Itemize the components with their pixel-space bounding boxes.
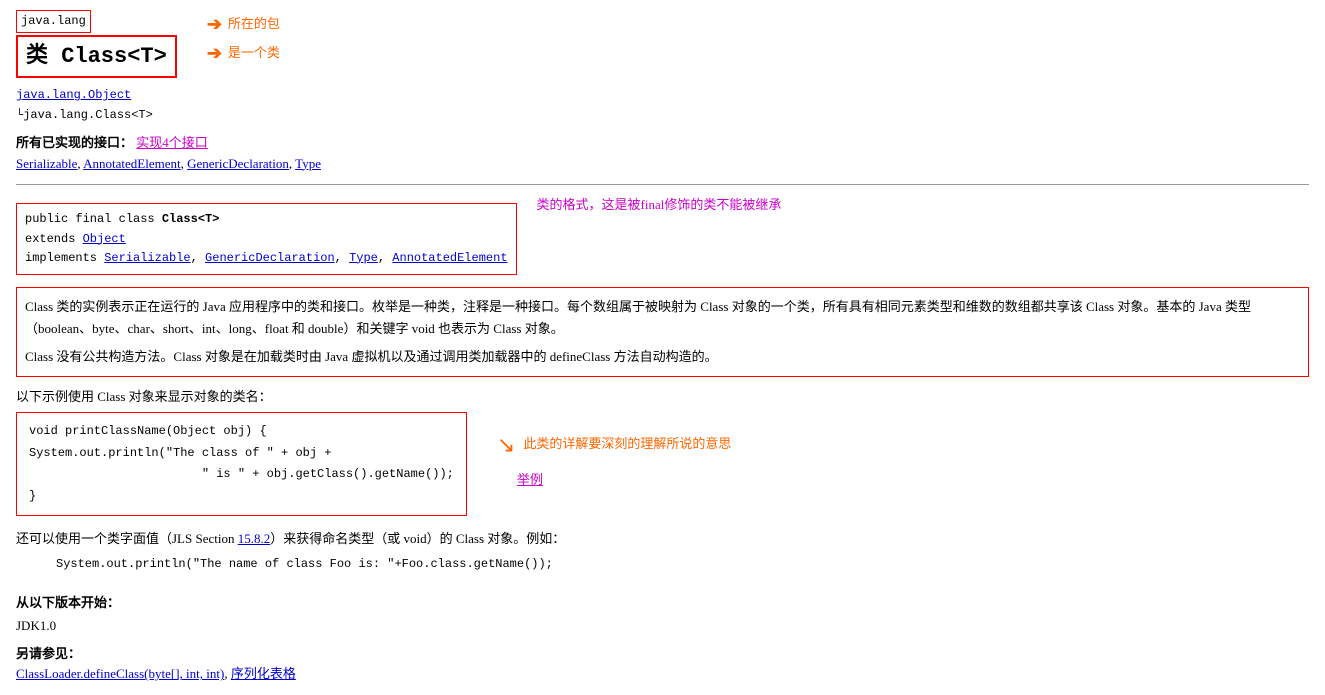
sig-impl-link-ann[interactable]: AnnotatedElement: [392, 251, 507, 265]
example-label: 举例: [517, 472, 543, 487]
see-also-link-2[interactable]: 序列化表格: [231, 666, 296, 681]
example-annotation-text: 此类的详解要深刻的理解所说的意思: [523, 434, 731, 455]
desc-para1: Class 类的实例表示正在运行的 Java 应用程序中的类和接口。枚举是一种类…: [25, 296, 1300, 340]
class-sig-annotation-row: public final class Class<T> extends Obje…: [16, 195, 1309, 275]
child-class: └java.lang.Class<T>: [16, 106, 1309, 125]
class-signature-box: public final class Class<T> extends Obje…: [16, 203, 517, 275]
parent-class[interactable]: java.lang.Object: [16, 86, 1309, 105]
see-also-label: 另请参见：: [16, 646, 81, 661]
implements-label: 所有已实现的接口：: [16, 135, 133, 150]
sig-extends-text: extends: [25, 232, 83, 246]
parent-class-link[interactable]: java.lang.Object: [16, 88, 131, 102]
sig-impl-link-ser[interactable]: Serializable: [104, 251, 190, 265]
since-label: 从以下版本开始：: [16, 595, 120, 610]
annot-package-text: 所在的包: [228, 14, 280, 35]
also-link[interactable]: 15.8.2: [238, 531, 271, 546]
interface-link-type[interactable]: Type: [295, 156, 321, 171]
example-intro-text: 以下示例使用 Class 对象来显示对象的类名：: [16, 387, 467, 408]
description-box: Class 类的实例表示正在运行的 Java 应用程序中的类和接口。枚举是一种类…: [16, 287, 1309, 377]
code-line-3: " is " + obj.getClass().getName());: [29, 464, 454, 486]
since-version: JDK1.0: [16, 614, 1309, 637]
interface-link-annotated[interactable]: AnnotatedElement: [83, 156, 180, 171]
implements-section: 所有已实现的接口： 实现4个接口 Serializable, Annotated…: [16, 133, 1309, 175]
also-text2: ）来获得命名类型（或 void）的 Class 对象。例如：: [270, 531, 565, 546]
arrow-package-icon: ➔: [207, 10, 222, 39]
arrow-class-icon: ➔: [207, 39, 222, 68]
sig-impl-link-gen[interactable]: GenericDeclaration: [205, 251, 335, 265]
sig-line1-text: public final class Class<T>: [25, 212, 219, 226]
divider: [16, 184, 1309, 185]
example-section: 以下示例使用 Class 对象来显示对象的类名： void printClass…: [16, 387, 1309, 516]
code-line-2: System.out.println("The class of " + obj…: [29, 443, 454, 465]
desc-para2-text: Class 没有公共构造方法。Class 对象是在加载类时由 Java 虚拟机以…: [25, 349, 718, 364]
code-line-4: }: [29, 486, 454, 508]
implements-count-link[interactable]: 实现4个接口: [136, 135, 208, 150]
package-name: java.lang: [16, 10, 91, 33]
annot-row-class: ➔ 是一个类: [207, 39, 280, 68]
also-code: System.out.println("The name of class Fo…: [56, 554, 1309, 574]
sig-annotation: 类的格式，这是被final修饰的类不能被继承: [537, 195, 782, 216]
also-text1: 还可以使用一个类字面值（JLS Section: [16, 531, 238, 546]
class-info-left: java.lang 类 Class<T>: [16, 10, 177, 78]
package-name-box: java.lang: [16, 10, 177, 33]
sig-line2: extends Object: [25, 230, 508, 249]
sig-implements-text: implements: [25, 251, 104, 265]
child-class-text: └java.lang.Class<T>: [16, 108, 153, 122]
example-box: void printClassName(Object obj) { System…: [16, 412, 467, 516]
example-left: 以下示例使用 Class 对象来显示对象的类名： void printClass…: [16, 387, 467, 516]
example-arrow-icon: ↘: [497, 427, 515, 462]
desc-para2: Class 没有公共构造方法。Class 对象是在加载类时由 Java 虚拟机以…: [25, 346, 1300, 368]
example-label-container: 举例: [517, 470, 543, 491]
annot-class-text: 是一个类: [228, 43, 280, 64]
class-title-row: 类 Class<T>: [16, 35, 177, 78]
sig-annotation-text: 类的格式，这是被final修饰的类不能被继承: [537, 197, 782, 212]
class-title: 类 Class<T>: [16, 35, 177, 78]
code-line-1: void printClassName(Object obj) {: [29, 421, 454, 443]
page-header: java.lang 类 Class<T> ➔ 所在的包 ➔ 是一个类: [16, 10, 1309, 78]
see-also-section: 另请参见： ClassLoader.defineClass(byte[], in…: [16, 644, 1309, 686]
sig-line1: public final class Class<T>: [25, 210, 508, 229]
see-also-link-1[interactable]: ClassLoader.defineClass(byte[], int, int…: [16, 666, 224, 681]
example-arrow-row: ↘ 此类的详解要深刻的理解所说的意思: [497, 427, 731, 462]
inheritance-section: java.lang.Object └java.lang.Class<T>: [16, 86, 1309, 124]
interface-link-serializable[interactable]: Serializable: [16, 156, 77, 171]
since-section: 从以下版本开始： JDK1.0: [16, 591, 1309, 638]
sig-impl-link-type[interactable]: Type: [349, 251, 378, 265]
since-label-row: 从以下版本开始：: [16, 591, 1309, 614]
example-annotation: ↘ 此类的详解要深刻的理解所说的意思 举例: [497, 427, 731, 491]
sig-extends-link[interactable]: Object: [83, 232, 126, 246]
header-annotations: ➔ 所在的包 ➔ 是一个类: [207, 10, 280, 68]
also-section: 还可以使用一个类字面值（JLS Section 15.8.2）来获得命名类型（或…: [16, 528, 1309, 574]
sig-line3: implements Serializable, GenericDeclarat…: [25, 249, 508, 268]
interfaces-list: Serializable, AnnotatedElement, GenericD…: [16, 156, 321, 171]
desc-para1-text: Class 类的实例表示正在运行的 Java 应用程序中的类和接口。枚举是一种类…: [25, 299, 1251, 336]
annot-row-package: ➔ 所在的包: [207, 10, 280, 39]
interface-link-generic[interactable]: GenericDeclaration: [187, 156, 289, 171]
